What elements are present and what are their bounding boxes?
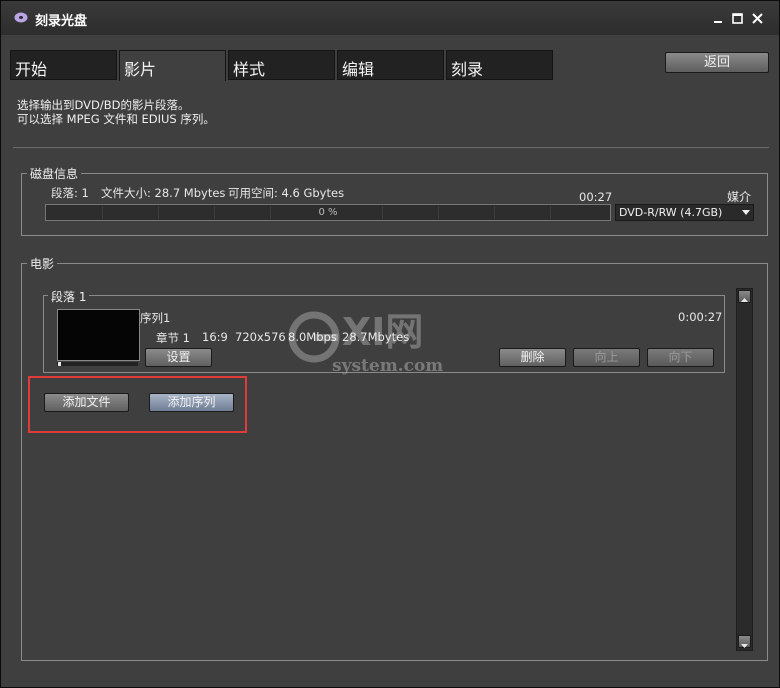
title-bar[interactable]: 刻录光盘 — [1, 1, 779, 35]
movie-legend: 电影 — [27, 255, 58, 272]
progress-percent: 0 % — [318, 207, 338, 218]
segment-duration: 0:00:27 — [678, 310, 723, 324]
svg-text:XI网: XI网 — [342, 310, 423, 354]
maximize-icon[interactable] — [730, 11, 745, 26]
media-label: 媒介 — [727, 190, 752, 204]
disc-info-legend: 磁盘信息 — [27, 165, 82, 182]
segment-count: 段落: 1 — [51, 186, 89, 200]
chevron-down-icon — [742, 210, 750, 215]
disc-icon — [14, 12, 28, 23]
media-select[interactable]: DVD-R/RW (4.7GB) — [615, 204, 754, 221]
move-down-button[interactable]: 向下 — [647, 348, 714, 367]
settings-button[interactable]: 设置 — [145, 348, 212, 367]
tab-edit[interactable]: 编辑 — [337, 50, 444, 80]
disc-capacity-bar: 0 % — [45, 204, 611, 221]
segment-list-scrollbar[interactable] — [736, 288, 753, 651]
scroll-up-icon[interactable] — [738, 290, 751, 303]
back-button[interactable]: 返回 — [665, 52, 769, 73]
move-up-button[interactable]: 向上 — [573, 348, 640, 367]
window-title: 刻录光盘 — [35, 14, 88, 29]
svg-text:system.com: system.com — [332, 356, 443, 376]
file-size: 文件大小: 28.7 Mbytes — [101, 186, 226, 200]
close-icon[interactable] — [750, 11, 765, 26]
tab-movie[interactable]: 影片 — [119, 50, 226, 81]
media-select-value: DVD-R/RW (4.7GB) — [619, 206, 723, 219]
watermark-logo: XI网 system.com — [288, 310, 443, 376]
burn-disc-window: 刻录光盘 开始 影片 样式 编辑 刻录 返回 选择输出到DVD/BD的影片段落。… — [0, 0, 780, 688]
scroll-down-icon[interactable] — [738, 635, 751, 648]
chapter-label: 章节 1 — [156, 331, 190, 345]
resolution: 720x576 — [235, 330, 286, 344]
delete-button[interactable]: 删除 — [499, 348, 566, 367]
segment-legend: 段落 1 — [48, 288, 90, 305]
free-space: 可用空间: 4.6 Gbytes — [228, 186, 345, 200]
divider — [13, 147, 769, 148]
sequence-name: 序列1 — [140, 311, 171, 325]
total-duration: 00:27 — [579, 190, 613, 204]
minimize-icon[interactable] — [711, 11, 726, 26]
tab-burn[interactable]: 刻录 — [446, 50, 553, 80]
segment-thumbnail[interactable] — [57, 309, 140, 361]
thumbnail-position-bar — [57, 362, 138, 366]
description-line-2: 可以选择 MPEG 文件和 EDIUS 序列。 — [17, 112, 215, 126]
tab-style[interactable]: 样式 — [228, 50, 335, 80]
aspect-ratio: 16:9 — [202, 330, 228, 344]
highlight-annotation — [28, 376, 247, 433]
tab-start[interactable]: 开始 — [10, 50, 117, 80]
